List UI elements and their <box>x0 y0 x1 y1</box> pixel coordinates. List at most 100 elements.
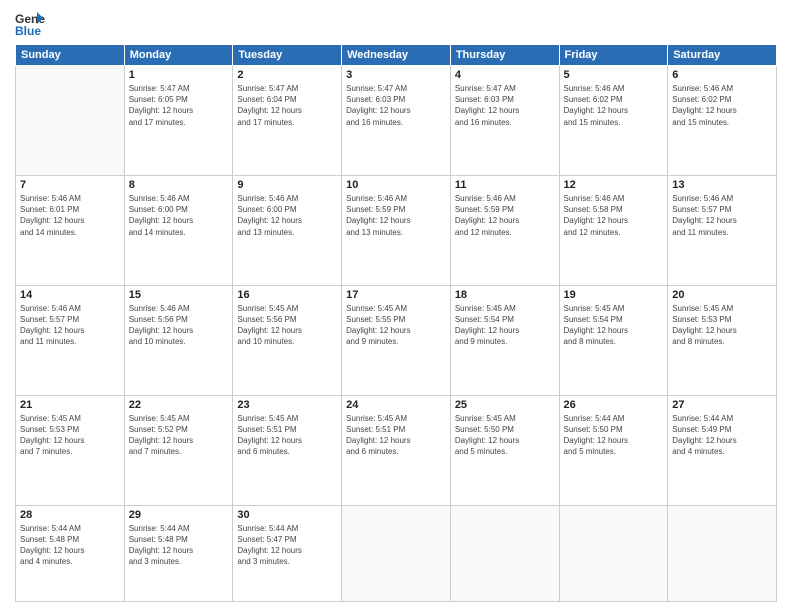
day-info: Sunrise: 5:45 AM Sunset: 5:51 PM Dayligh… <box>237 413 337 458</box>
day-number: 6 <box>672 69 772 81</box>
day-number: 16 <box>237 289 337 301</box>
day-number: 30 <box>237 509 337 521</box>
day-number: 18 <box>455 289 555 301</box>
weekday-header-saturday: Saturday <box>668 45 777 66</box>
calendar-cell: 8Sunrise: 5:46 AM Sunset: 6:00 PM Daylig… <box>124 175 233 285</box>
calendar-cell: 14Sunrise: 5:46 AM Sunset: 5:57 PM Dayli… <box>16 285 125 395</box>
calendar-cell: 27 Sunrise: 5:44 AM Sunset: 5:49 PM Dayli… <box>668 395 777 505</box>
calendar-cell: 10 Sunrise: 5:46 AM Sunset: 5:59 PM Dayli… <box>342 175 451 285</box>
calendar-cell <box>450 505 559 601</box>
day-number: 13 <box>672 179 772 191</box>
day-number: 24 <box>346 399 446 411</box>
day-number: 9 <box>237 179 337 191</box>
day-number: 14 <box>20 289 120 301</box>
day-number: 27 <box>672 399 772 411</box>
day-info: Sunrise: 5:44 AM Sunset: 5:47 PM Dayligh… <box>237 523 337 568</box>
page: General Blue SundayMondayTuesdayWednesda… <box>0 0 792 612</box>
calendar-cell: 25 Sunrise: 5:45 AM Sunset: 5:50 PM Dayli… <box>450 395 559 505</box>
calendar-cell: 22 Sunrise: 5:45 AM Sunset: 5:52 PM Dayli… <box>124 395 233 505</box>
day-info: Sunrise: 5:45 AM Sunset: 5:52 PM Dayligh… <box>129 413 229 458</box>
day-info: Sunrise: 5:46 AM Sunset: 5:58 PM Dayligh… <box>564 193 664 238</box>
calendar-cell: 7 Sunrise: 5:46 AM Sunset: 6:01 PM Daylig… <box>16 175 125 285</box>
calendar-week-row: 14Sunrise: 5:46 AM Sunset: 5:57 PM Dayli… <box>16 285 777 395</box>
calendar-cell: 30 Sunrise: 5:44 AM Sunset: 5:47 PM Dayli… <box>233 505 342 601</box>
calendar-week-row: 7 Sunrise: 5:46 AM Sunset: 6:01 PM Daylig… <box>16 175 777 285</box>
calendar-cell: 3 Sunrise: 5:47 AM Sunset: 6:03 PM Daylig… <box>342 66 451 176</box>
day-number: 28 <box>20 509 120 521</box>
calendar-cell: 2 Sunrise: 5:47 AM Sunset: 6:04 PM Daylig… <box>233 66 342 176</box>
weekday-header-row: SundayMondayTuesdayWednesdayThursdayFrid… <box>16 45 777 66</box>
day-number: 4 <box>455 69 555 81</box>
day-number: 3 <box>346 69 446 81</box>
day-info: Sunrise: 5:45 AM Sunset: 5:54 PM Dayligh… <box>564 303 664 348</box>
day-info: Sunrise: 5:47 AM Sunset: 6:03 PM Dayligh… <box>455 83 555 128</box>
calendar-cell <box>668 505 777 601</box>
day-number: 10 <box>346 179 446 191</box>
day-info: Sunrise: 5:47 AM Sunset: 6:03 PM Dayligh… <box>346 83 446 128</box>
day-number: 5 <box>564 69 664 81</box>
day-info: Sunrise: 5:46 AM Sunset: 6:02 PM Dayligh… <box>672 83 772 128</box>
weekday-header-friday: Friday <box>559 45 668 66</box>
day-info: Sunrise: 5:44 AM Sunset: 5:49 PM Dayligh… <box>672 413 772 458</box>
calendar-cell: 21 Sunrise: 5:45 AM Sunset: 5:53 PM Dayli… <box>16 395 125 505</box>
calendar-cell <box>16 66 125 176</box>
calendar-cell: 20 Sunrise: 5:45 AM Sunset: 5:53 PM Dayli… <box>668 285 777 395</box>
day-info: Sunrise: 5:45 AM Sunset: 5:51 PM Dayligh… <box>346 413 446 458</box>
calendar-cell: 4 Sunrise: 5:47 AM Sunset: 6:03 PM Daylig… <box>450 66 559 176</box>
calendar-cell: 17 Sunrise: 5:45 AM Sunset: 5:55 PM Dayli… <box>342 285 451 395</box>
day-number: 11 <box>455 179 555 191</box>
calendar-week-row: 1Sunrise: 5:47 AM Sunset: 6:05 PM Daylig… <box>16 66 777 176</box>
day-info: Sunrise: 5:45 AM Sunset: 5:53 PM Dayligh… <box>672 303 772 348</box>
day-info: Sunrise: 5:47 AM Sunset: 6:04 PM Dayligh… <box>237 83 337 128</box>
weekday-header-wednesday: Wednesday <box>342 45 451 66</box>
weekday-header-monday: Monday <box>124 45 233 66</box>
day-info: Sunrise: 5:46 AM Sunset: 5:57 PM Dayligh… <box>672 193 772 238</box>
day-number: 12 <box>564 179 664 191</box>
calendar-cell: 23 Sunrise: 5:45 AM Sunset: 5:51 PM Dayli… <box>233 395 342 505</box>
calendar-table: SundayMondayTuesdayWednesdayThursdayFrid… <box>15 44 777 602</box>
calendar-cell: 18 Sunrise: 5:45 AM Sunset: 5:54 PM Dayli… <box>450 285 559 395</box>
day-number: 8 <box>129 179 229 191</box>
day-number: 20 <box>672 289 772 301</box>
calendar-week-row: 21 Sunrise: 5:45 AM Sunset: 5:53 PM Dayli… <box>16 395 777 505</box>
calendar-cell: 29Sunrise: 5:44 AM Sunset: 5:48 PM Dayli… <box>124 505 233 601</box>
day-info: Sunrise: 5:45 AM Sunset: 5:54 PM Dayligh… <box>455 303 555 348</box>
calendar-cell: 19Sunrise: 5:45 AM Sunset: 5:54 PM Dayli… <box>559 285 668 395</box>
day-info: Sunrise: 5:46 AM Sunset: 5:59 PM Dayligh… <box>346 193 446 238</box>
day-number: 23 <box>237 399 337 411</box>
calendar-cell: 5 Sunrise: 5:46 AM Sunset: 6:02 PM Daylig… <box>559 66 668 176</box>
day-info: Sunrise: 5:46 AM Sunset: 6:02 PM Dayligh… <box>564 83 664 128</box>
weekday-header-sunday: Sunday <box>16 45 125 66</box>
day-number: 7 <box>20 179 120 191</box>
day-info: Sunrise: 5:44 AM Sunset: 5:48 PM Dayligh… <box>129 523 229 568</box>
calendar-week-row: 28 Sunrise: 5:44 AM Sunset: 5:48 PM Dayli… <box>16 505 777 601</box>
logo-icon: General Blue <box>15 10 45 38</box>
calendar-cell: 26Sunrise: 5:44 AM Sunset: 5:50 PM Dayli… <box>559 395 668 505</box>
day-info: Sunrise: 5:45 AM Sunset: 5:55 PM Dayligh… <box>346 303 446 348</box>
weekday-header-thursday: Thursday <box>450 45 559 66</box>
calendar-cell: 16 Sunrise: 5:45 AM Sunset: 5:56 PM Dayli… <box>233 285 342 395</box>
svg-text:Blue: Blue <box>15 24 41 38</box>
calendar-cell: 15Sunrise: 5:46 AM Sunset: 5:56 PM Dayli… <box>124 285 233 395</box>
day-number: 22 <box>129 399 229 411</box>
calendar-cell: 13 Sunrise: 5:46 AM Sunset: 5:57 PM Dayli… <box>668 175 777 285</box>
calendar-cell: 9Sunrise: 5:46 AM Sunset: 6:00 PM Daylig… <box>233 175 342 285</box>
calendar-cell <box>342 505 451 601</box>
day-number: 21 <box>20 399 120 411</box>
calendar-cell: 28 Sunrise: 5:44 AM Sunset: 5:48 PM Dayli… <box>16 505 125 601</box>
calendar-cell: 1Sunrise: 5:47 AM Sunset: 6:05 PM Daylig… <box>124 66 233 176</box>
weekday-header-tuesday: Tuesday <box>233 45 342 66</box>
day-number: 2 <box>237 69 337 81</box>
day-info: Sunrise: 5:46 AM Sunset: 6:01 PM Dayligh… <box>20 193 120 238</box>
calendar-cell: 24 Sunrise: 5:45 AM Sunset: 5:51 PM Dayli… <box>342 395 451 505</box>
day-info: Sunrise: 5:47 AM Sunset: 6:05 PM Dayligh… <box>129 83 229 128</box>
day-info: Sunrise: 5:46 AM Sunset: 5:56 PM Dayligh… <box>129 303 229 348</box>
day-info: Sunrise: 5:45 AM Sunset: 5:56 PM Dayligh… <box>237 303 337 348</box>
day-info: Sunrise: 5:45 AM Sunset: 5:53 PM Dayligh… <box>20 413 120 458</box>
day-number: 25 <box>455 399 555 411</box>
day-info: Sunrise: 5:44 AM Sunset: 5:48 PM Dayligh… <box>20 523 120 568</box>
day-number: 17 <box>346 289 446 301</box>
day-info: Sunrise: 5:45 AM Sunset: 5:50 PM Dayligh… <box>455 413 555 458</box>
header: General Blue <box>15 10 777 38</box>
calendar-cell: 6 Sunrise: 5:46 AM Sunset: 6:02 PM Daylig… <box>668 66 777 176</box>
